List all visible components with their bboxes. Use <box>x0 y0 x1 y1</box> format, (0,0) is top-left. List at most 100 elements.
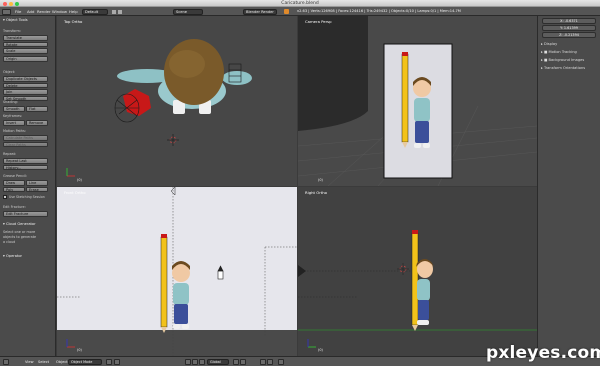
use-sketching-checkbox[interactable] <box>3 195 7 199</box>
window-titlebar: Caricature.blend <box>0 0 600 7</box>
floor-band <box>57 330 297 356</box>
background-images-label: Background Images <box>548 58 585 62</box>
render-engine-selector[interactable]: Blender Render <box>243 8 277 15</box>
rotate-button[interactable]: Rotate <box>3 41 48 47</box>
3d-cursor <box>167 134 179 146</box>
cloud-text-2: objects to generate <box>3 235 37 239</box>
pencil-body <box>401 53 409 143</box>
y-field[interactable]: Y: 1.61399 <box>542 25 596 31</box>
menu-file[interactable]: File <box>15 9 21 14</box>
repeat-title: Repeat: <box>3 152 17 156</box>
add-layout-icon[interactable] <box>112 9 116 14</box>
clear-paths-button[interactable]: Clear Paths <box>3 141 48 147</box>
cloud-text-3: a cloud <box>3 240 16 244</box>
grease-pencil-title: Grease Pencil: <box>3 174 28 178</box>
remove-layout-icon[interactable] <box>118 9 122 14</box>
scale-button[interactable]: Scale <box>3 48 48 54</box>
character-shirt <box>417 279 430 301</box>
watermark: pxleyes.com <box>486 343 600 363</box>
viewport-label: Top Ortho <box>64 19 83 24</box>
calculate-paths-button[interactable]: Calculate Paths <box>3 135 48 141</box>
translate-button[interactable]: Translate <box>3 35 48 41</box>
tool-shelf: ▾ Object Tools Transform: Translate Rota… <box>0 16 56 356</box>
character-jeans <box>418 300 429 320</box>
remove-keyframe-button[interactable]: Remove <box>26 120 48 126</box>
shading-flat-button[interactable]: Flat <box>26 106 48 112</box>
viewport-label: Front Ortho <box>64 190 86 195</box>
axis-gizmo <box>66 168 75 177</box>
motion-tracking-label: Motion Tracking <box>548 50 577 54</box>
menu-window[interactable]: Window <box>52 9 67 14</box>
transform-orientation-selector[interactable]: Global <box>207 359 229 365</box>
menu-add[interactable]: Add <box>27 9 34 14</box>
background-images-header[interactable]: ▸ ■ Background Images <box>541 58 584 62</box>
viewport-camera-persp[interactable]: Camera Persp (0) <box>298 16 537 186</box>
z-field[interactable]: Z: -0.21394 <box>542 32 596 38</box>
gp-draw-button[interactable]: Draw <box>3 180 25 186</box>
mode-selector[interactable]: Object Mode <box>68 359 102 365</box>
viewport-label: Camera Persp <box>305 19 332 24</box>
3d-cursor <box>397 263 409 275</box>
transform-orientations-header[interactable]: ▸ Transform Orientations <box>541 66 585 70</box>
delete-button[interactable]: Delete <box>3 82 48 88</box>
layout-selector[interactable]: Default <box>82 8 108 15</box>
display-panel-header[interactable]: ▸ Display <box>541 42 557 46</box>
scene-field[interactable]: Scene <box>173 8 203 15</box>
layout-field[interactable]: Default <box>82 8 108 15</box>
layers-icon-2[interactable] <box>240 359 246 365</box>
operator-header[interactable]: ▾ Operator <box>3 254 22 258</box>
edit-fracture-title: Edit Fracture: <box>3 205 26 209</box>
viewport-frame-num: (0) <box>318 348 323 352</box>
lamp-object <box>217 265 224 280</box>
translate-manipulator-icon[interactable] <box>192 359 198 365</box>
scene-selector[interactable]: Scene <box>173 8 203 15</box>
manipulator-icon[interactable] <box>185 359 191 365</box>
motion-tracking-header[interactable]: ▸ ■ Motion Tracking <box>541 50 577 54</box>
x-field[interactable]: X: -0.6371 <box>542 18 596 24</box>
render-preview-icon[interactable] <box>278 359 284 365</box>
transform-title: Transform: <box>3 29 22 33</box>
object-tools-title: Object Tools <box>5 18 28 22</box>
cloud-generator-header[interactable]: ▾ Cloud Generator <box>3 222 36 226</box>
blender-logo-icon <box>284 9 289 14</box>
viewport-shading-icon[interactable] <box>106 359 112 365</box>
transform-orientations-label: Transform Orientations <box>543 66 586 70</box>
origin-button[interactable]: Origin <box>3 56 48 62</box>
editor-type-icon[interactable] <box>3 359 9 365</box>
gp-line-button[interactable]: Line <box>26 180 48 186</box>
rotate-manipulator-icon[interactable] <box>199 359 205 365</box>
object-tools-header[interactable]: ▾ Object Tools <box>3 18 28 22</box>
history-button[interactable]: History... <box>3 164 48 170</box>
editor-type-icon[interactable] <box>2 8 11 15</box>
layers-icon[interactable] <box>233 359 239 365</box>
viewport-top-ortho[interactable]: Top Ortho (0) <box>57 16 297 186</box>
pivot-point-icon[interactable] <box>114 359 120 365</box>
repeat-last-button[interactable]: Repeat Last <box>3 158 48 164</box>
pencil-body <box>411 232 419 326</box>
display-label: Display <box>543 42 558 46</box>
viewport-front-ortho[interactable]: Front Ortho (0) <box>57 187 297 356</box>
viewport-right-ortho[interactable]: Right Ortho (0) <box>298 187 537 356</box>
pencil-body <box>160 236 168 328</box>
use-sketching-label: Use Sketching Session <box>9 194 45 199</box>
duplicate-objects-button[interactable]: Duplicate Objects <box>3 76 48 82</box>
insert-keyframe-button[interactable]: Insert <box>3 120 25 126</box>
view-menu[interactable]: View <box>25 360 34 364</box>
right-ortho-scene <box>298 230 537 348</box>
snap-icon[interactable] <box>260 359 266 365</box>
viewport-frame-num: (0) <box>77 178 82 182</box>
edit-fracture-button[interactable]: Edit Fracture <box>3 211 48 217</box>
menu-render[interactable]: Render <box>37 9 51 14</box>
snap-target-icon[interactable] <box>267 359 273 365</box>
select-menu[interactable]: Select <box>38 360 49 364</box>
gp-poly-button[interactable]: Poly <box>3 186 25 192</box>
join-button[interactable]: Join <box>3 89 48 95</box>
shading-smooth-button[interactable]: Smooth <box>3 106 25 112</box>
object-menu[interactable]: Object <box>56 360 68 364</box>
shading-title: Shading: <box>3 100 18 104</box>
menu-help[interactable]: Help <box>69 9 78 14</box>
gp-erase-button[interactable]: Erase <box>26 186 48 192</box>
render-engine-field[interactable]: Blender Render <box>243 8 277 15</box>
viewport-label: Right Ortho <box>305 190 327 195</box>
character-jeans <box>174 304 188 324</box>
